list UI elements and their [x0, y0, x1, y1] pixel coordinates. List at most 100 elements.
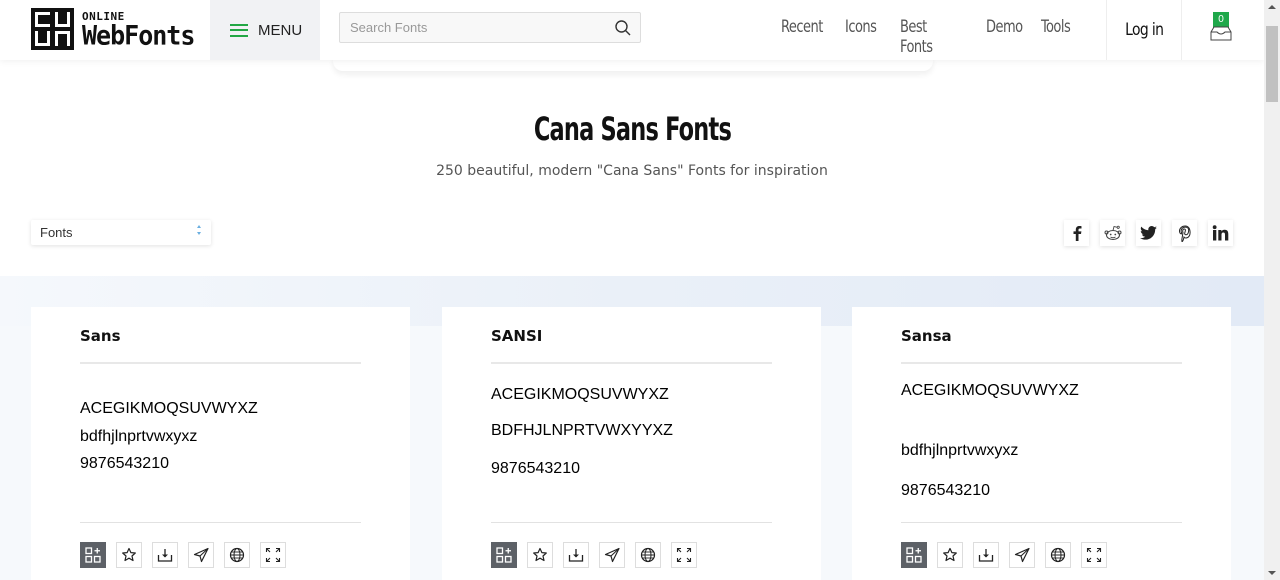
- scrollbar-thumb[interactable]: [1266, 26, 1278, 102]
- linkedin-icon: [1212, 225, 1229, 241]
- web-font-icon: [229, 547, 245, 563]
- search-input[interactable]: [340, 13, 600, 42]
- page-scrollbar[interactable]: [1264, 0, 1280, 580]
- fullscreen-button[interactable]: [1081, 542, 1107, 568]
- category-select[interactable]: Fonts: [31, 220, 211, 245]
- font-card[interactable]: SANSI ACEGIKMOQSUVWYXZ BDFHJLNPRTVWXYYXZ 9…: [442, 307, 821, 580]
- add-to-collection-button[interactable]: [80, 542, 106, 568]
- download-button[interactable]: [563, 542, 589, 568]
- fullscreen-icon: [676, 547, 692, 563]
- share-pinterest-button[interactable]: [1172, 220, 1197, 246]
- send-icon: [604, 547, 620, 563]
- preview-line: bdfhjlnprtvwxyxz: [80, 428, 198, 445]
- preview-line: 9876543210: [80, 455, 169, 472]
- preview-line: 9876543210: [491, 460, 580, 477]
- favorite-icon: [942, 547, 958, 563]
- card-actions: [901, 542, 1107, 568]
- web-font-icon: [1050, 547, 1066, 563]
- menu-button[interactable]: MENU: [210, 0, 320, 60]
- font-card[interactable]: Sans ACEGIKMOQSUVWYXZ bdfhjlnprtvwxyxz 987…: [31, 307, 410, 580]
- web-font-button[interactable]: [224, 542, 250, 568]
- page-subtitle: 250 beautiful, modern "Cana Sans" Fonts …: [436, 163, 828, 179]
- nav-best-fonts[interactable]: Best Fonts: [900, 17, 956, 57]
- page-title: Cana Sans Fonts: [533, 110, 731, 148]
- preview-line: bdfhjlnprtvwxyxz: [901, 442, 1019, 459]
- site-header: ONLINE WebFonts MENU Recent Icons Best F…: [0, 0, 1264, 60]
- site-logo[interactable]: ONLINE WebFonts: [31, 8, 195, 51]
- facebook-icon: [1073, 226, 1081, 241]
- twitter-icon: [1140, 226, 1157, 240]
- preview-line: 9876543210: [901, 482, 990, 499]
- send-icon: [1014, 547, 1030, 563]
- favorite-button[interactable]: [937, 542, 963, 568]
- font-name-link[interactable]: Sansa: [901, 327, 952, 345]
- preview-line: ACEGIKMOQSUVWYXZ: [491, 386, 669, 403]
- fullscreen-icon: [1086, 547, 1102, 563]
- add-to-collection-icon: [85, 547, 101, 563]
- add-to-collection-button[interactable]: [901, 542, 927, 568]
- menu-label: MENU: [258, 21, 303, 39]
- web-font-icon: [640, 547, 656, 563]
- share-reddit-button[interactable]: [1100, 220, 1125, 246]
- fullscreen-button[interactable]: [671, 542, 697, 568]
- divider: [901, 362, 1182, 364]
- divider: [80, 362, 361, 364]
- scroll-up-arrow-icon[interactable]: [1268, 5, 1276, 9]
- font-preview[interactable]: ACEGIKMOQSUVWYXZ bdfhjlnprtvwxyxz 98765432…: [80, 377, 361, 517]
- search-icon[interactable]: [614, 19, 632, 37]
- card-actions: [80, 542, 286, 568]
- card-actions: [491, 542, 697, 568]
- select-arrows-icon: [197, 225, 201, 235]
- preview-line: ACEGIKMOQSUVWYXZ: [901, 382, 1079, 399]
- font-preview[interactable]: ACEGIKMOQSUVWYXZ bdfhjlnprtvwxyxz 98765432…: [901, 377, 1182, 517]
- login-button[interactable]: Log in: [1106, 0, 1182, 60]
- share-linkedin-button[interactable]: [1208, 220, 1233, 246]
- preview-line: ACEGIKMOQSUVWYXZ: [80, 400, 258, 417]
- font-card[interactable]: Sansa ACEGIKMOQSUVWYXZ bdfhjlnprtvwxyxz 98…: [852, 307, 1231, 580]
- divider: [491, 362, 772, 364]
- download-icon: [978, 547, 994, 563]
- download-button[interactable]: [152, 542, 178, 568]
- nav-recent[interactable]: Recent: [781, 17, 823, 57]
- send-button[interactable]: [1009, 542, 1035, 568]
- search-box: [339, 12, 641, 43]
- add-to-collection-button[interactable]: [491, 542, 517, 568]
- main-nav: Recent Icons Best Fonts Demo Tools: [781, 17, 1075, 57]
- favorite-icon: [121, 547, 137, 563]
- fullscreen-icon: [265, 547, 281, 563]
- add-to-collection-icon: [496, 547, 512, 563]
- pinterest-icon: [1178, 224, 1191, 242]
- favorite-button[interactable]: [116, 542, 142, 568]
- send-button[interactable]: [599, 542, 625, 568]
- divider: [80, 522, 361, 523]
- font-name-link[interactable]: SANSI: [491, 327, 542, 345]
- share-facebook-button[interactable]: [1064, 220, 1089, 246]
- hamburger-icon: [230, 23, 248, 37]
- add-to-collection-icon: [906, 547, 922, 563]
- scroll-down-arrow-icon[interactable]: [1268, 571, 1276, 575]
- collection-tray-button[interactable]: 0: [1208, 12, 1236, 42]
- send-button[interactable]: [188, 542, 214, 568]
- nav-icons[interactable]: Icons: [845, 17, 877, 57]
- web-font-button[interactable]: [635, 542, 661, 568]
- page: ONLINE WebFonts MENU Recent Icons Best F…: [0, 0, 1264, 580]
- share-twitter-button[interactable]: [1136, 220, 1161, 246]
- login-label: Log in: [1124, 20, 1164, 40]
- web-font-button[interactable]: [1045, 542, 1071, 568]
- reddit-icon: [1104, 225, 1121, 241]
- divider: [901, 522, 1182, 523]
- nav-tools[interactable]: Tools: [1041, 17, 1071, 57]
- logo-mark-icon: [31, 8, 74, 50]
- favorite-button[interactable]: [527, 542, 553, 568]
- fullscreen-button[interactable]: [260, 542, 286, 568]
- category-select-value: Fonts: [40, 225, 73, 240]
- download-button[interactable]: [973, 542, 999, 568]
- favorite-icon: [532, 547, 548, 563]
- logo-text-big: WebFonts: [82, 19, 195, 51]
- preview-line: BDFHJLNPRTVWXYYXZ: [491, 422, 673, 439]
- download-icon: [568, 547, 584, 563]
- nav-demo[interactable]: Demo: [986, 17, 1023, 57]
- share-bar: [1064, 220, 1233, 246]
- font-name-link[interactable]: Sans: [80, 327, 121, 345]
- font-preview[interactable]: ACEGIKMOQSUVWYXZ BDFHJLNPRTVWXYYXZ 9876543…: [491, 377, 772, 517]
